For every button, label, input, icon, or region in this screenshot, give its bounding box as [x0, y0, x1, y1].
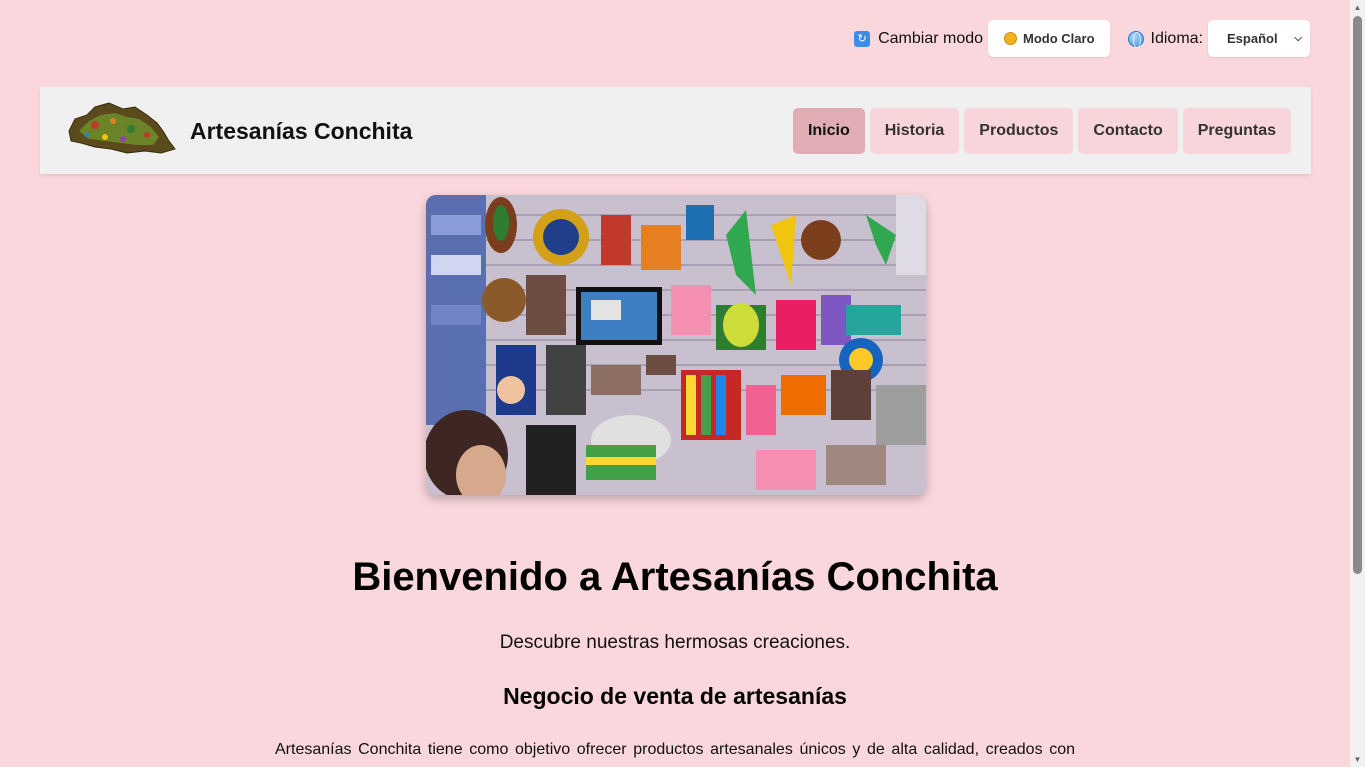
hero-image [426, 195, 926, 495]
chevron-down-icon: ⌵ [1294, 33, 1302, 44]
mode-label: Cambiar modo [878, 29, 984, 47]
nav-item-productos[interactable]: Productos [964, 108, 1074, 154]
sun-icon [1004, 32, 1018, 45]
page-subtitle: Descubre nuestras hermosas creaciones. [499, 632, 851, 653]
crafts-photo [426, 195, 926, 495]
main-nav: Inicio Historia Productos Contacto Pregu… [788, 108, 1291, 154]
theme-toggle-label: Modo Claro [1023, 31, 1095, 46]
intro-paragraph: Artesanías Conchita tiene como objetivo … [275, 741, 1075, 758]
nav-item-historia[interactable]: Historia [869, 108, 960, 154]
page: ↻ Cambiar modo Modo Claro Idioma: Españo… [0, 0, 1350, 767]
theme-toggle-button[interactable]: Modo Claro [988, 20, 1110, 57]
site-header: Artesanías Conchita Inicio Historia Prod… [40, 87, 1311, 174]
section-title: Negocio de venta de artesanías [503, 683, 847, 709]
nav-item-preguntas[interactable]: Preguntas [1182, 108, 1291, 154]
nav-item-inicio[interactable]: Inicio [792, 108, 865, 154]
scroll-up-arrow-icon[interactable]: ▲ [1350, 0, 1365, 15]
language-label: Idioma: [1150, 29, 1203, 47]
top-bar: ↻ Cambiar modo Modo Claro Idioma: Españo… [854, 20, 1310, 57]
language-select[interactable]: Español ⌵ [1208, 20, 1310, 57]
logo[interactable] [65, 101, 177, 156]
refresh-icon: ↻ [854, 30, 871, 47]
brand-name: Artesanías Conchita [190, 118, 413, 144]
scroll-down-arrow-icon[interactable]: ▼ [1350, 752, 1365, 767]
language-selected-value: Español [1227, 31, 1278, 46]
globe-icon [1127, 30, 1144, 48]
scroll-thumb[interactable] [1353, 16, 1362, 574]
vertical-scrollbar[interactable]: ▲ ▼ [1350, 0, 1365, 767]
nav-item-contacto[interactable]: Contacto [1078, 108, 1178, 154]
page-title: Bienvenido a Artesanías Conchita [352, 555, 998, 599]
